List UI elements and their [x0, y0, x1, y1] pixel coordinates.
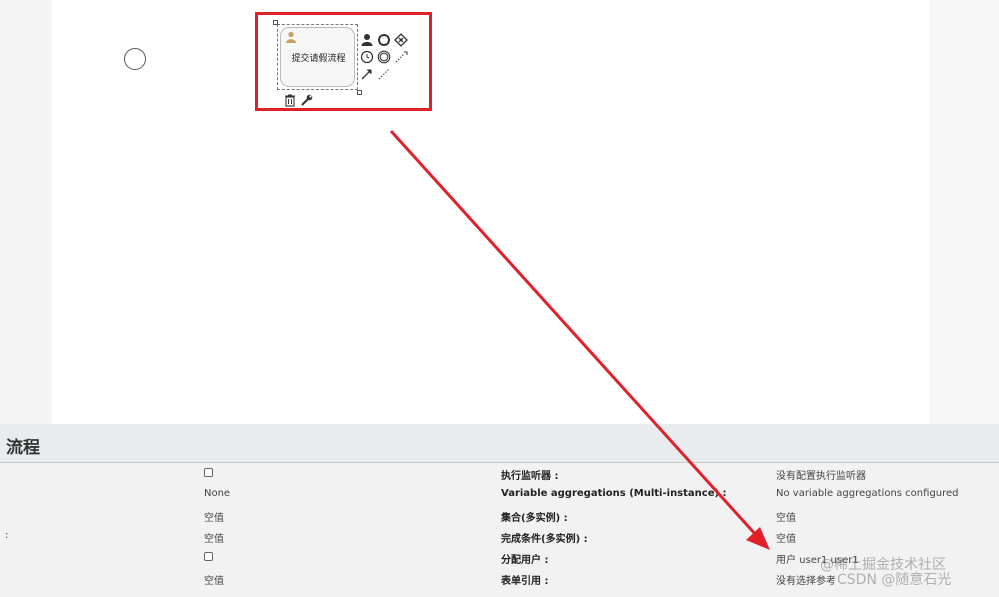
properties-header: 流程 — [0, 424, 999, 463]
property-key: 完成条件(多实例) : — [501, 534, 588, 545]
property-checkbox[interactable] — [204, 467, 213, 480]
property-value[interactable]: 空值 — [776, 530, 796, 545]
property-row: 执行监听器 : 没有配置执行监听器 — [0, 463, 999, 484]
property-key: 集合(多实例) : — [501, 513, 568, 524]
start-event[interactable] — [124, 48, 146, 70]
property-value[interactable]: No variable aggregations configured — [776, 488, 959, 499]
property-row: None Variable aggregations (Multi-instan… — [0, 484, 999, 505]
property-key: Variable aggregations (Multi-instance) : — [501, 488, 727, 499]
bpmn-canvas[interactable] — [52, 0, 930, 424]
watermark-line2: CSDN @随意石光 — [837, 572, 952, 588]
property-key: 执行监听器 : — [501, 471, 559, 482]
canvas-left-gutter — [0, 0, 52, 424]
property-checkbox[interactable] — [204, 551, 213, 564]
property-value[interactable]: 没有配置执行监听器 — [776, 467, 866, 482]
property-value[interactable]: 空值 — [204, 530, 224, 545]
property-value[interactable]: 空值 — [204, 509, 224, 524]
property-value[interactable]: 空值 — [776, 509, 796, 524]
properties-title: 流程 — [6, 438, 40, 458]
property-row: : 空值 完成条件(多实例) : 空值 — [0, 526, 999, 547]
property-value[interactable]: 没有选择参考 — [776, 572, 836, 587]
highlight-box — [255, 12, 432, 111]
property-value[interactable]: 空值 — [204, 572, 224, 587]
property-value[interactable]: None — [204, 488, 230, 499]
property-row: 空值 集合(多实例) : 空值 — [0, 505, 999, 526]
property-key: 表单引用 : — [501, 576, 549, 587]
property-key: 分配用户 : — [501, 555, 549, 566]
canvas-right-gutter — [930, 0, 999, 424]
property-key-fragment: : — [5, 530, 9, 541]
